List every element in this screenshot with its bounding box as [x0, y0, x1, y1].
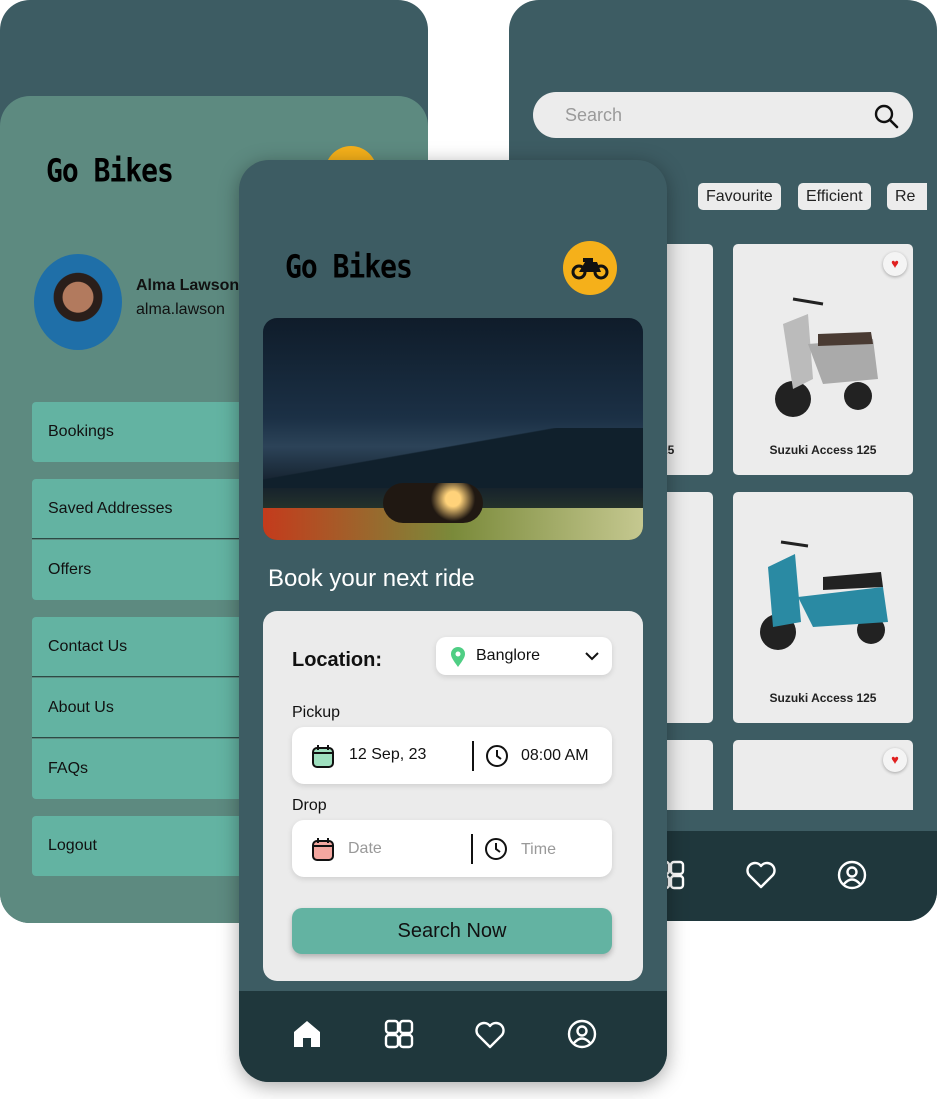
menu-logout[interactable]: Logout [32, 816, 272, 876]
logo-badge [563, 241, 617, 295]
location-pin-icon [451, 647, 465, 667]
menu-faqs[interactable]: FAQs [32, 739, 272, 799]
chip-partial[interactable]: Re [887, 183, 927, 210]
menu-offers[interactable]: Offers [32, 540, 272, 600]
bike-card[interactable]: ♥ [733, 740, 913, 810]
bike-card[interactable]: Suzuki Access 125 [733, 492, 913, 723]
profile-icon[interactable] [837, 860, 867, 890]
home-screen: Go Bikes Book your next ride Location: B… [239, 160, 667, 1082]
location-value: Banglore [476, 647, 541, 664]
grid-icon[interactable] [384, 1019, 414, 1049]
avatar [34, 254, 122, 350]
clock-icon[interactable] [484, 837, 508, 861]
pickup-date[interactable]: 12 Sep, 23 [349, 746, 426, 764]
location-select[interactable]: Banglore [436, 637, 612, 675]
logo: Go Bikes [285, 247, 413, 286]
motorbike-icon [571, 258, 609, 280]
calendar-icon[interactable] [312, 744, 334, 768]
pickup-label: Pickup [292, 704, 341, 721]
bike-card[interactable]: ♥ Suzuki Access 125 [733, 244, 913, 475]
drop-label: Drop [292, 797, 327, 814]
chip-efficient[interactable]: Efficient [798, 183, 871, 210]
search-placeholder: Search [565, 105, 623, 125]
bottom-nav [239, 991, 667, 1082]
search-input[interactable]: Search [533, 92, 913, 138]
drop-time-input[interactable]: Time [521, 841, 556, 859]
search-icon[interactable] [873, 103, 899, 129]
chip-favourite[interactable]: Favourite [698, 183, 781, 210]
menu-bookings[interactable]: Bookings [32, 402, 272, 462]
pickup-time[interactable]: 08:00 AM [521, 747, 589, 765]
scooter-image [760, 540, 888, 650]
home-icon[interactable] [292, 1019, 322, 1049]
menu-saved-addresses[interactable]: Saved Addresses [32, 479, 272, 539]
logo: Go Bikes [46, 151, 174, 190]
heart-nav-icon[interactable] [475, 1021, 505, 1049]
scooter-image [775, 297, 878, 417]
heart-nav-icon[interactable] [746, 861, 776, 889]
pickup-field: 12 Sep, 23 08:00 AM [292, 727, 612, 784]
search-now-button[interactable]: Search Now [292, 908, 612, 954]
profile-email: alma.lawson [136, 301, 225, 318]
profile-name: Alma Lawson [136, 277, 240, 294]
chevron-down-icon [585, 652, 599, 661]
heart-icon[interactable]: ♥ [883, 252, 907, 276]
calendar-icon[interactable] [312, 837, 334, 861]
menu-about-us[interactable]: About Us [32, 678, 272, 738]
drop-date-input[interactable]: Date [348, 840, 382, 858]
profile-icon[interactable] [567, 1019, 597, 1049]
menu-contact-us[interactable]: Contact Us [32, 617, 272, 677]
heart-icon[interactable]: ♥ [883, 748, 907, 772]
drop-field: Date Time [292, 820, 612, 877]
booking-card: Location: Banglore Pickup 12 Sep, 23 08:… [263, 611, 643, 981]
location-label: Location: [292, 649, 382, 671]
clock-icon[interactable] [485, 744, 509, 768]
page-heading: Book your next ride [268, 565, 475, 592]
hero-image [263, 318, 643, 540]
